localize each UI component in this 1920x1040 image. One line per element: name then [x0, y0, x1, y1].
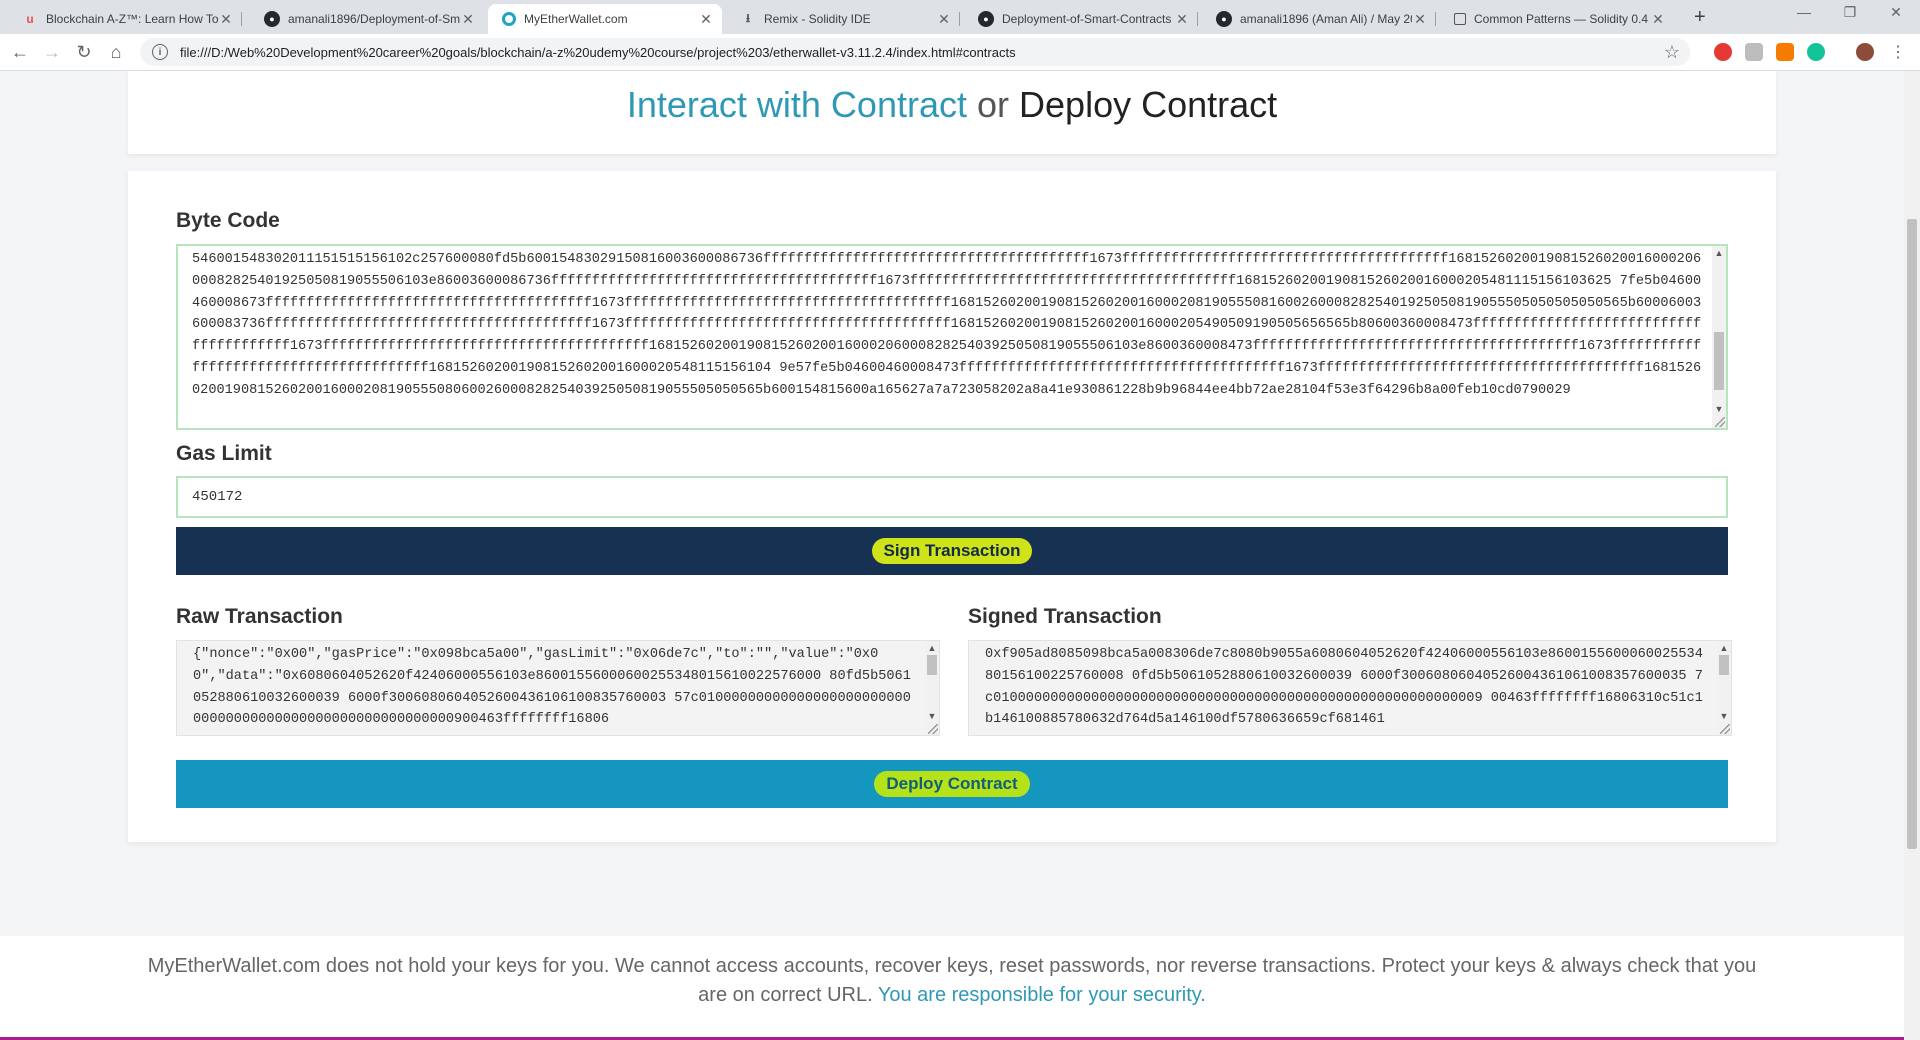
tab-title: Remix - Solidity IDE: [764, 12, 871, 26]
opera-extension-icon[interactable]: [1714, 43, 1732, 61]
footer-text-block: MyEtherWallet.com does not hold your key…: [142, 952, 1762, 1010]
deploy-card: Byte Code 546001548302011151515156102c25…: [128, 171, 1776, 842]
header-card: Interact with Contract or Deploy Contrac…: [128, 71, 1776, 154]
raw-scrollbar[interactable]: ▲ ▼: [925, 641, 939, 735]
close-window-icon[interactable]: ✕: [1876, 4, 1916, 21]
bytecode-textarea[interactable]: 546001548302011151515156102c257600080fd5…: [176, 244, 1728, 430]
tab-myetherwallet[interactable]: MyEtherWallet.com ✕: [488, 4, 722, 34]
interact-with-contract-link[interactable]: Interact with Contract: [627, 84, 967, 125]
back-icon[interactable]: ←: [8, 40, 32, 64]
scroll-down-icon[interactable]: ▼: [925, 711, 939, 721]
tab-github-deployment[interactable]: ● amanali1896/Deployment-of-Sm ✕: [250, 4, 484, 34]
resize-handle-icon[interactable]: [928, 724, 938, 734]
signed-scrollbar[interactable]: ▲ ▼: [1717, 641, 1731, 735]
github-icon: ●: [978, 11, 994, 27]
scroll-up-icon[interactable]: ▲: [1712, 248, 1726, 258]
scroll-thumb[interactable]: [1719, 655, 1729, 675]
bytecode-value[interactable]: 546001548302011151515156102c257600080fd5…: [192, 249, 1704, 402]
tab-remix[interactable]: ⭳ Remix - Solidity IDE ✕: [726, 4, 960, 34]
remix-icon: ⭳: [745, 10, 751, 25]
resize-handle-icon[interactable]: [1715, 417, 1725, 427]
close-tab-icon[interactable]: ✕: [1174, 11, 1190, 28]
tab-blockchain-udemy[interactable]: u Blockchain A-Z™: Learn How To E ✕: [8, 4, 242, 34]
close-tab-icon[interactable]: ✕: [1650, 11, 1666, 28]
tab-title: Common Patterns — Solidity 0.4: [1474, 12, 1649, 26]
deploy-contract-heading[interactable]: Deploy Contract: [1019, 84, 1277, 125]
tab-github-contracts[interactable]: ● Deployment-of-Smart-Contracts ✕: [964, 4, 1198, 34]
sign-transaction-label: Sign Transaction: [871, 538, 1033, 564]
raw-transaction-label: Raw Transaction: [176, 605, 343, 628]
new-tab-icon[interactable]: +: [1694, 6, 1706, 29]
gas-limit-label: Gas Limit: [176, 442, 272, 465]
close-tab-icon[interactable]: ✕: [936, 11, 952, 28]
footer: MyEtherWallet.com does not hold your key…: [0, 936, 1904, 1040]
deploy-contract-button[interactable]: Deploy Contract: [176, 760, 1728, 808]
tab-github-profile[interactable]: ● amanali1896 (Aman Ali) / May 20 ✕: [1202, 4, 1436, 34]
scroll-up-icon[interactable]: ▲: [1717, 643, 1731, 653]
forward-icon[interactable]: →: [40, 40, 64, 64]
address-bar[interactable]: i file:///D:/Web%20Development%20career%…: [140, 38, 1690, 66]
tab-title: amanali1896 (Aman Ali) / May 20: [1240, 12, 1412, 26]
scroll-thumb[interactable]: [1714, 332, 1724, 390]
page-scrollbar[interactable]: [1904, 71, 1920, 1040]
close-tab-icon[interactable]: ✕: [218, 11, 234, 28]
tab-title: Blockchain A-Z™: Learn How To E: [46, 12, 218, 26]
security-link[interactable]: You are responsible for your security.: [878, 984, 1206, 1006]
info-icon[interactable]: i: [152, 44, 168, 60]
gas-limit-input[interactable]: 450172: [176, 476, 1728, 518]
page-scroll-thumb[interactable]: [1907, 219, 1917, 849]
scroll-up-icon[interactable]: ▲: [925, 643, 939, 653]
minimize-icon[interactable]: —: [1784, 4, 1824, 20]
metamask-icon[interactable]: [1776, 43, 1794, 61]
tab-strip: u Blockchain A-Z™: Learn How To E ✕ ● am…: [0, 0, 1920, 34]
home-icon[interactable]: ⌂: [104, 40, 128, 64]
url-text[interactable]: file:///D:/Web%20Development%20career%20…: [180, 45, 1016, 60]
docs-icon: [1454, 13, 1466, 25]
bookmark-star-icon[interactable]: ☆: [1664, 42, 1680, 63]
menu-icon[interactable]: ⋮: [1886, 40, 1910, 64]
close-tab-icon[interactable]: ✕: [698, 11, 714, 28]
extension-icon[interactable]: [1745, 43, 1763, 61]
grammarly-icon[interactable]: [1807, 43, 1825, 61]
tab-title: amanali1896/Deployment-of-Sm: [288, 12, 460, 26]
bytecode-scrollbar[interactable]: ▲ ▼: [1712, 246, 1726, 428]
scroll-down-icon[interactable]: ▼: [1717, 711, 1731, 721]
raw-transaction-value[interactable]: {"nonce":"0x00","gasPrice":"0x098bca5a00…: [193, 644, 913, 731]
tab-title: MyEtherWallet.com: [524, 12, 628, 26]
tab-solidity-docs[interactable]: Common Patterns — Solidity 0.4 ✕: [1440, 4, 1674, 34]
signed-transaction-value[interactable]: 0xf905ad8085098bca5a008306de7c8080b9055a…: [985, 644, 1705, 731]
sign-transaction-button[interactable]: Sign Transaction: [176, 527, 1728, 575]
avatar[interactable]: [1856, 43, 1874, 61]
bytecode-label: Byte Code: [176, 209, 280, 232]
page-content: Interact with Contract or Deploy Contrac…: [0, 71, 1904, 1040]
page-title: Interact with Contract or Deploy Contrac…: [128, 85, 1776, 125]
signed-transaction-label: Signed Transaction: [968, 605, 1162, 628]
scroll-down-icon[interactable]: ▼: [1712, 404, 1726, 414]
scroll-thumb[interactable]: [927, 655, 937, 675]
resize-handle-icon[interactable]: [1720, 724, 1730, 734]
close-tab-icon[interactable]: ✕: [1412, 11, 1428, 28]
github-icon: ●: [264, 11, 280, 27]
udemy-icon: u: [26, 12, 34, 26]
deploy-contract-label: Deploy Contract: [874, 771, 1030, 797]
heading-or: or: [977, 84, 1010, 125]
tab-title: Deployment-of-Smart-Contracts: [1002, 12, 1172, 26]
myetherwallet-icon: [502, 12, 516, 26]
restore-icon[interactable]: ❐: [1830, 4, 1870, 21]
close-tab-icon[interactable]: ✕: [460, 11, 476, 28]
browser-toolbar: ← → ↻ ⌂ i file:///D:/Web%20Development%2…: [0, 34, 1920, 71]
signed-transaction-textarea[interactable]: 0xf905ad8085098bca5a008306de7c8080b9055a…: [968, 640, 1732, 736]
reload-icon[interactable]: ↻: [72, 40, 96, 64]
github-icon: ●: [1216, 11, 1232, 27]
raw-transaction-textarea[interactable]: {"nonce":"0x00","gasPrice":"0x098bca5a00…: [176, 640, 940, 736]
